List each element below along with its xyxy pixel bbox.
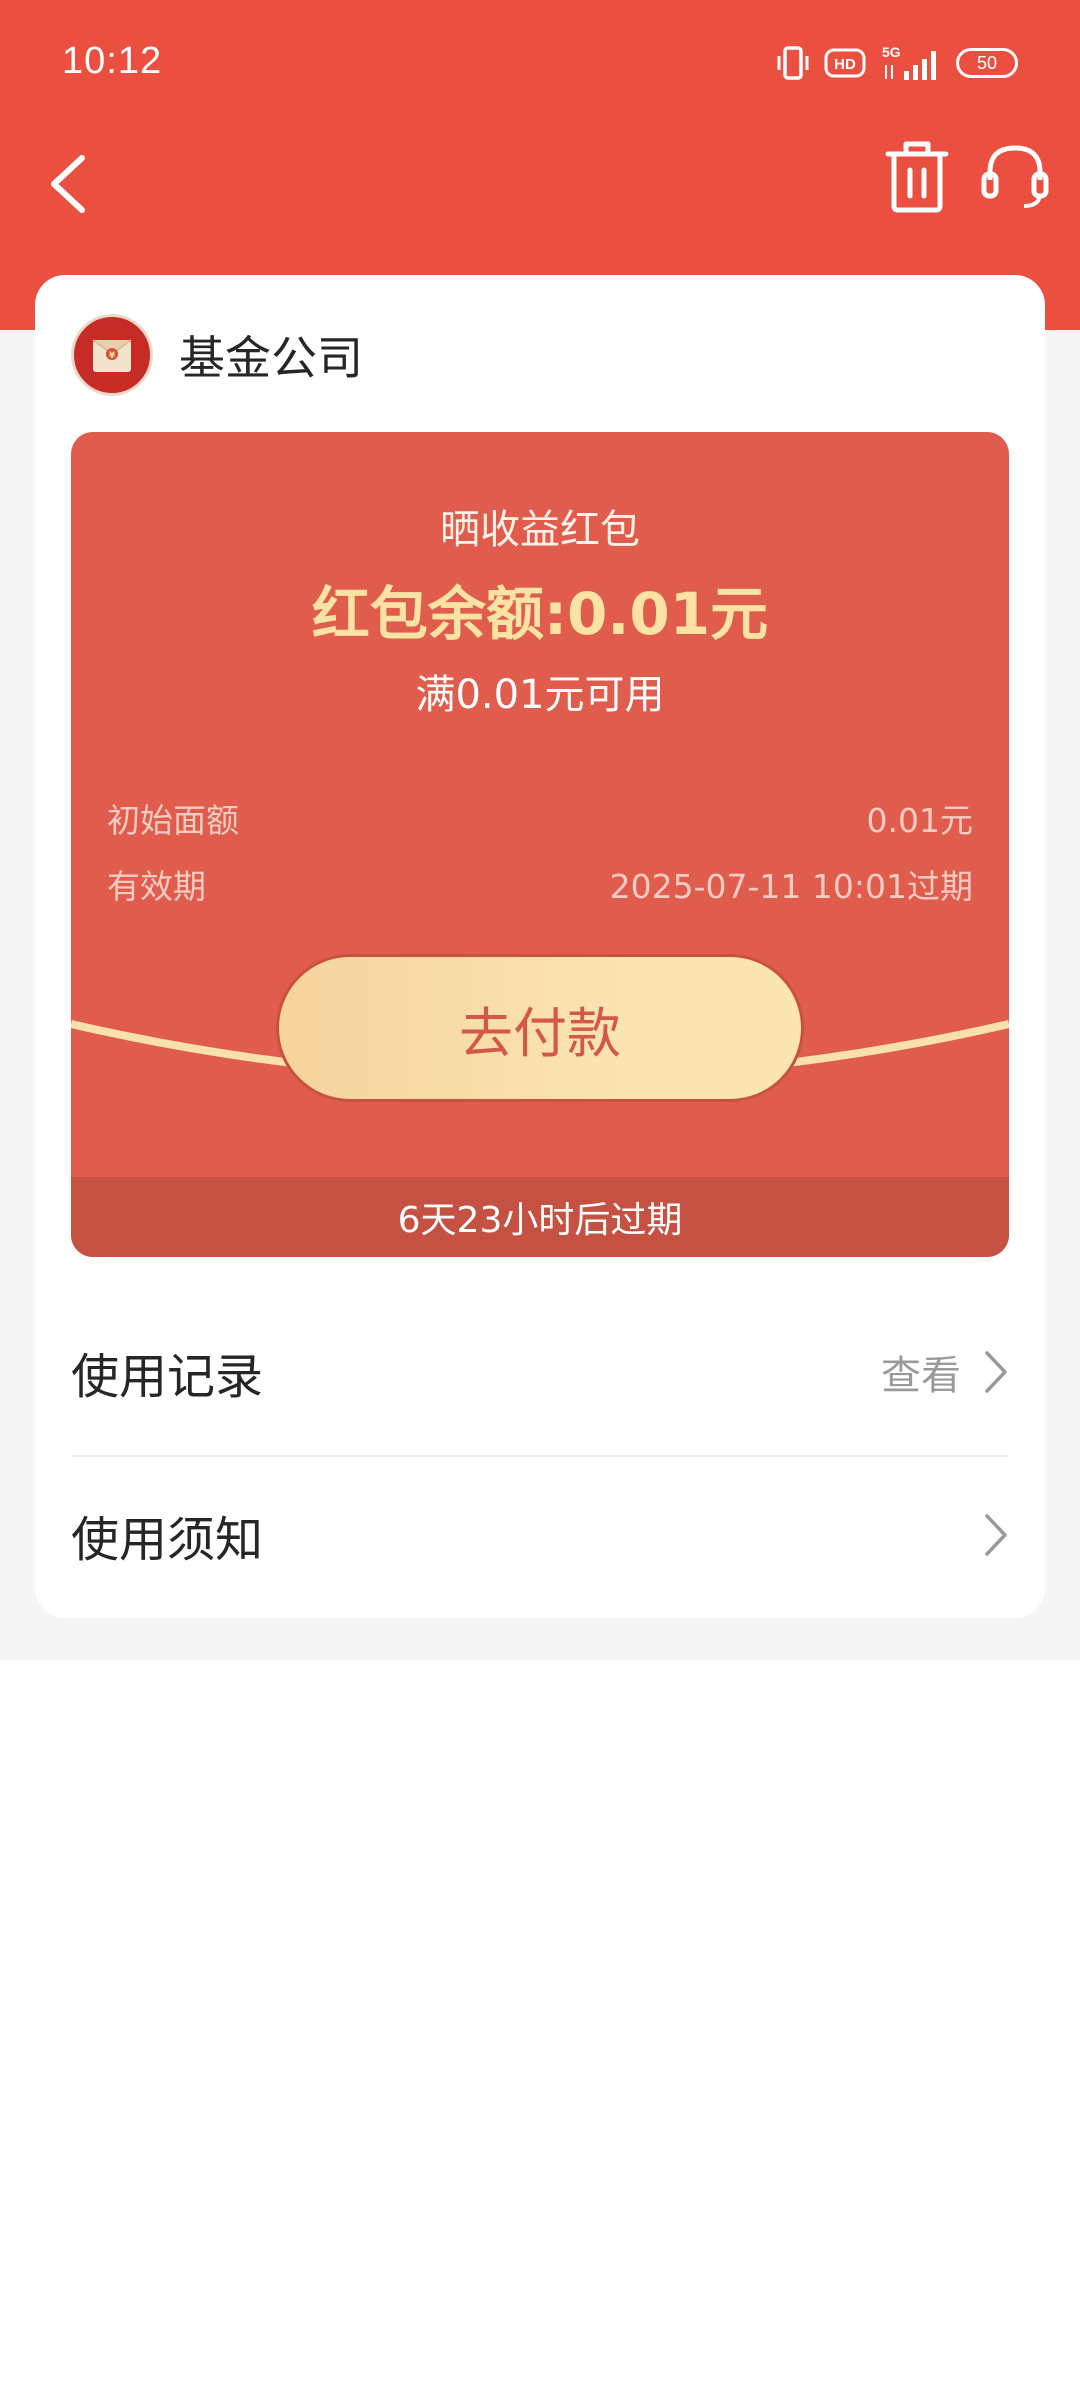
svg-text:¥: ¥ xyxy=(109,351,116,361)
pay-button[interactable]: 去付款 xyxy=(276,954,804,1102)
back-button[interactable] xyxy=(40,142,100,222)
coupon-condition: 满0.01元可用 xyxy=(415,672,665,718)
initial-amount-row: 初始面额 0.01元 xyxy=(107,794,973,842)
validity-row: 有效期 2025-07-11 10:01过期 xyxy=(107,860,973,908)
nav-bar xyxy=(0,128,1080,258)
delete-button[interactable] xyxy=(884,136,950,216)
chevron-right-icon xyxy=(985,1351,1007,1393)
initial-amount-label: 初始面额 xyxy=(107,801,239,840)
usage-records-action: 查看 xyxy=(881,1343,1009,1401)
usage-notice-action xyxy=(983,1512,1009,1558)
chevron-right-icon xyxy=(985,1514,1007,1556)
coupon-type: 晒收益红包 xyxy=(440,507,640,553)
headset-icon xyxy=(981,145,1049,208)
trash-icon xyxy=(885,141,949,213)
red-envelope-icon: ¥ xyxy=(92,339,132,372)
usage-notice-label: 使用须知 xyxy=(71,1512,264,1568)
expire-countdown: 6天23小时后过期 xyxy=(71,1177,1009,1257)
validity-value: 2025-07-11 10:01过期 xyxy=(609,867,973,906)
signal-icon: 5G xyxy=(882,44,936,80)
divider xyxy=(71,1455,1009,1457)
view-link[interactable]: 查看 xyxy=(881,1343,961,1401)
coupon-detail-card: ¥ 基金公司 晒收益红包 红包余额:0.01元 满0.01元可用 初始面额 0.… xyxy=(35,275,1045,1618)
company-logo: ¥ xyxy=(71,314,153,396)
customer-service-button[interactable] xyxy=(980,140,1050,210)
usage-notice-row[interactable]: 使用须知 xyxy=(71,1465,1009,1605)
usage-records-label: 使用记录 xyxy=(71,1349,264,1405)
hd-label: HD xyxy=(834,56,856,73)
usage-records-row[interactable]: 使用记录 查看 xyxy=(71,1302,1009,1442)
network-label: 5G xyxy=(882,44,901,60)
company-name: 基金公司 xyxy=(179,331,363,385)
battery-indicator: 50 xyxy=(956,48,1018,78)
red-envelope-coupon: 晒收益红包 红包余额:0.01元 满0.01元可用 初始面额 0.01元 有效期… xyxy=(71,432,1009,1257)
vibrate-icon xyxy=(777,46,809,80)
initial-amount-value: 0.01元 xyxy=(866,801,973,840)
hd-icon: HD xyxy=(824,48,866,78)
status-bar: 10:12 HD 5G 50 xyxy=(0,0,1080,128)
status-time: 10:12 xyxy=(62,40,163,82)
status-icons: HD 5G 50 xyxy=(776,40,1018,86)
chevron-left-icon xyxy=(51,155,85,213)
coupon-balance: 红包余额:0.01元 xyxy=(311,580,769,648)
validity-label: 有效期 xyxy=(107,867,206,906)
company-row: ¥ 基金公司 xyxy=(71,313,363,397)
